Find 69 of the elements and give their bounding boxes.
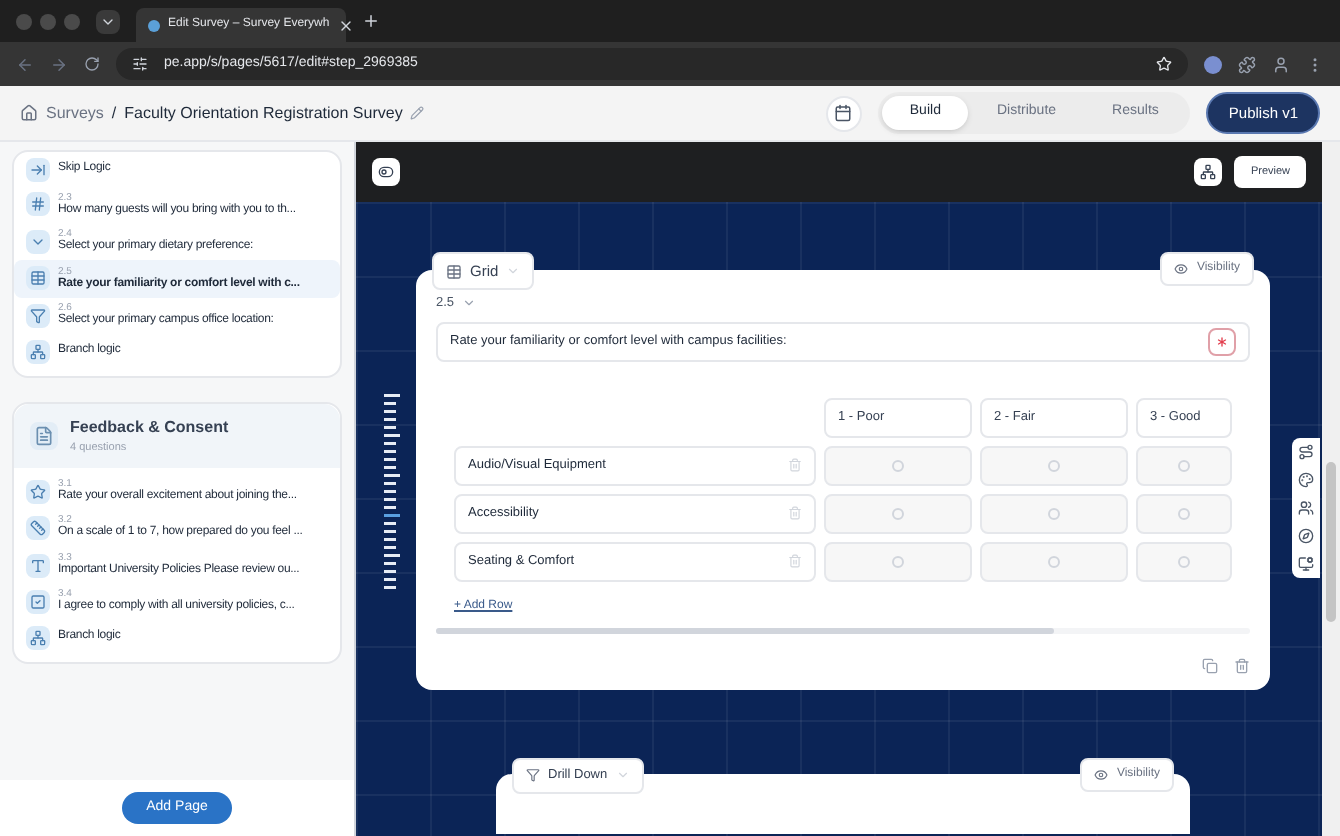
breadcrumb-link[interactable]: Surveys	[46, 101, 104, 125]
reload-icon[interactable]	[84, 56, 100, 72]
question-type-icon	[26, 553, 50, 577]
panel-toggle-button[interactable]	[372, 158, 400, 186]
question-type-icon	[26, 266, 50, 291]
forward-icon[interactable]	[50, 55, 68, 73]
grid-icon	[446, 263, 462, 280]
copy-icon[interactable]	[1202, 657, 1218, 674]
window-close-control[interactable]	[16, 13, 32, 29]
question-type-icon	[26, 590, 50, 614]
caret-icon	[615, 768, 630, 783]
bookmark-star-icon[interactable]	[1156, 56, 1172, 72]
flow-button[interactable]	[1194, 158, 1223, 186]
eye-icon	[1174, 262, 1189, 276]
edit-icon[interactable]	[410, 106, 425, 120]
radio-button[interactable]	[1048, 507, 1060, 520]
vertical-scrollbar[interactable]	[1322, 142, 1340, 836]
radio-button[interactable]	[1048, 555, 1060, 568]
hierarchy-icon	[1200, 164, 1217, 180]
radio-button[interactable]	[1178, 459, 1190, 472]
close-icon[interactable]	[337, 17, 354, 33]
survey-title: Faculty Orientation Registration Survey	[124, 101, 403, 125]
question-type-icon	[26, 303, 50, 328]
radio-button[interactable]	[892, 459, 904, 472]
window-minimize-control[interactable]	[40, 13, 56, 29]
extensions-icon[interactable]	[1238, 55, 1256, 73]
compass-icon[interactable]	[1298, 528, 1314, 544]
trash-icon[interactable]	[788, 458, 802, 473]
required-toggle[interactable]	[1208, 327, 1236, 356]
users-icon[interactable]	[1298, 500, 1314, 516]
calendar-button[interactable]	[825, 95, 862, 131]
radio-button[interactable]	[1178, 507, 1190, 520]
tab-list-icon[interactable]	[96, 9, 120, 33]
site-favicon-icon	[148, 19, 160, 31]
breadcrumb-separator: /	[111, 101, 117, 125]
profile-icon[interactable]	[1272, 55, 1290, 73]
radio-button[interactable]	[892, 507, 904, 520]
route-icon[interactable]	[1298, 444, 1314, 460]
page-icon	[30, 422, 58, 451]
site-settings-icon[interactable]	[132, 56, 148, 72]
question-type-icon	[26, 516, 50, 540]
caret-icon	[506, 264, 521, 279]
back-icon[interactable]	[16, 55, 34, 73]
caret-icon	[462, 296, 477, 311]
question-type-icon	[26, 192, 50, 217]
question-type-icon	[26, 625, 50, 650]
question-type-icon	[26, 157, 50, 181]
eye-icon	[1094, 767, 1109, 782]
window-maximize-control[interactable]	[64, 13, 80, 29]
horizontal-scrollbar[interactable]	[436, 627, 1250, 634]
toggle-icon	[378, 164, 394, 180]
question-type-icon	[26, 229, 50, 254]
asterisk-icon	[1214, 333, 1230, 350]
question-type-icon	[26, 339, 50, 363]
radio-button[interactable]	[1048, 459, 1060, 472]
question-type-icon	[26, 479, 50, 503]
new-tab-icon[interactable]	[362, 12, 380, 30]
trash-icon[interactable]	[1234, 657, 1250, 674]
calendar-icon	[834, 104, 853, 122]
page-title[interactable]: Feedback & Consent	[70, 416, 229, 440]
radio-button[interactable]	[1178, 555, 1190, 568]
extension-icon[interactable]	[1204, 55, 1222, 73]
home-icon[interactable]	[20, 104, 38, 122]
radio-button[interactable]	[892, 555, 904, 568]
palette-icon[interactable]	[1298, 472, 1314, 488]
trash-icon[interactable]	[788, 506, 802, 521]
filter-icon	[526, 768, 540, 783]
monitor-icon[interactable]	[1298, 556, 1314, 572]
trash-icon[interactable]	[788, 554, 802, 569]
